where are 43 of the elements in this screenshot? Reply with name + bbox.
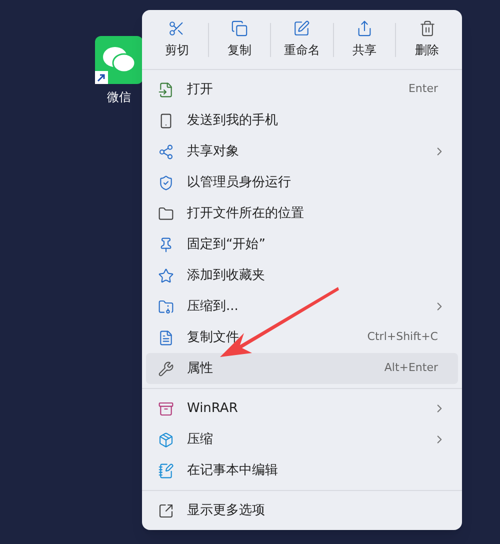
menu-item[interactable]: 共享对象 [146,136,458,167]
menu-item[interactable]: 固定到“开始” [146,229,458,260]
archive-folder-icon [158,298,174,314]
menu-item[interactable]: 压缩 [146,424,458,455]
package-icon [158,432,174,448]
wrench-icon [158,360,174,376]
shortcut-text: Ctrl+Shift+C [367,329,438,346]
share-icon [158,144,174,160]
archive-icon [158,400,174,416]
rename-icon [293,20,310,37]
menu-item[interactable]: 属性 Alt+Enter [146,353,458,384]
toolbar-button[interactable]: 剪切 [146,16,208,63]
document-icon [158,330,174,346]
folder-icon [158,206,174,222]
menu-item[interactable]: 发送到我的手机 [146,105,458,136]
star-icon [158,268,174,284]
shortcut-text: Enter [408,81,438,98]
trash-icon [418,20,436,37]
phone-icon [158,112,174,128]
notepad-icon [158,462,174,478]
menu-item[interactable]: 压缩到... [146,291,458,322]
copy-icon [230,20,248,37]
file-icon [158,82,174,98]
more-options-icon [158,502,174,518]
menu-item[interactable]: WinRAR [146,393,458,424]
menu-item[interactable]: 打开文件所在的位置 [146,198,458,229]
pin-icon [158,236,174,252]
menu-item[interactable]: 在记事本中编辑 [146,455,458,486]
scissors-icon [168,20,186,37]
shield-icon [158,174,174,190]
desktop-icon-label: 微信 [107,89,131,106]
toolbar-button[interactable]: 共享 [334,16,396,63]
menu-item[interactable]: 以管理员身份运行 [146,167,458,198]
menu-item[interactable]: 添加到收藏夹 [146,260,458,291]
toolbar-button[interactable]: 重命名 [271,16,333,63]
menu-item[interactable]: 打开 Enter [146,74,458,105]
menu-item[interactable]: 复制文件 Ctrl+Shift+C [146,322,458,353]
toolbar-button[interactable]: 复制 [208,16,270,63]
menu-item[interactable]: 显示更多选项 [146,495,458,526]
toolbar-button[interactable]: 删除 [396,16,458,63]
shortcut-text: Alt+Enter [384,360,438,376]
share-icon [356,20,374,37]
chat-app-icon[interactable] [95,36,143,84]
